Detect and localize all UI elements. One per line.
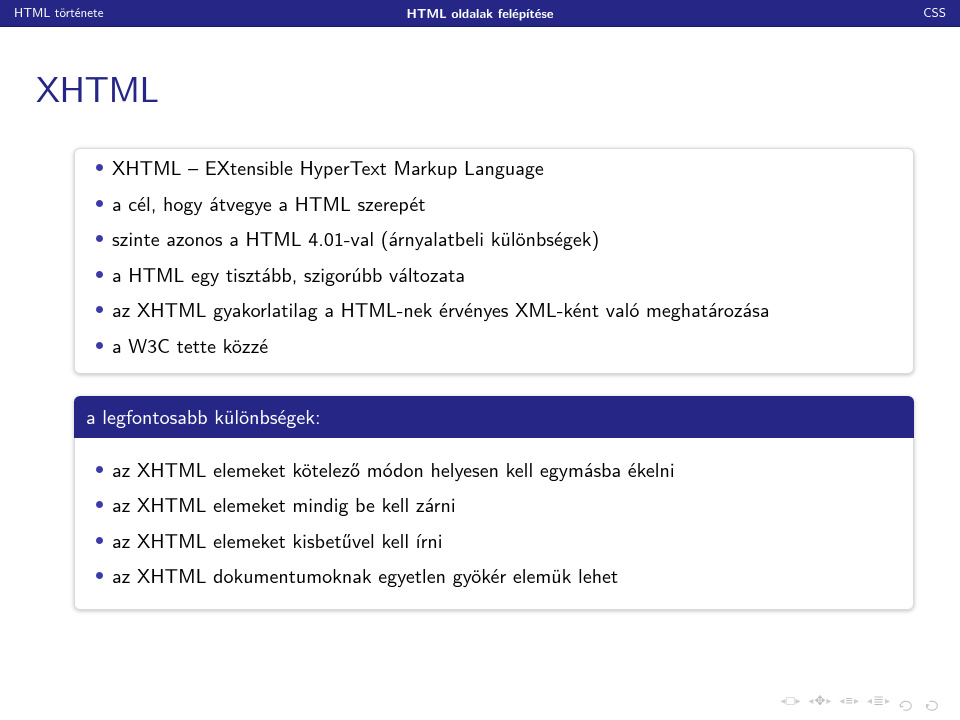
list-item: a cél, hogy átvegye a HTML szerepét [82,186,906,222]
slide-body: XHTML XHTML – EXtensible HyperText Marku… [0,27,960,610]
info-block: XHTML – EXtensible HyperText Markup Lang… [74,148,914,374]
nav-prev-slide-icon[interactable]: ◂≡▸ [839,691,859,710]
list-item: az XHTML gyakorlatilag a HTML-nek érvény… [82,292,906,328]
list-item: az XHTML dokumentumoknak egyetlen gyökér… [82,558,906,594]
list-item: szinte azonos a HTML 4.01-val (árnyalatb… [82,221,906,257]
nav-section-left[interactable]: HTML története [14,3,325,22]
list-item: a W3C tette közzé [82,328,906,364]
highlight-list: az XHTML elemeket kötelező módon helyese… [82,452,906,594]
list-item: az XHTML elemeket kötelező módon helyese… [82,452,906,488]
nav-next-slide-icon[interactable]: ◂≣▸ [867,691,890,710]
nav-section-center[interactable]: HTML oldalak felépítése [325,3,636,22]
block-header: a legfontosabb különbségek: [74,396,914,438]
nav-back-icon[interactable] [898,694,916,708]
list-item: XHTML – EXtensible HyperText Markup Lang… [82,150,906,186]
slide-title: XHTML [36,61,924,114]
nav-prev-section-icon[interactable]: ◂✥▸ [808,691,831,710]
highlight-block: a legfontosabb különbségek: az XHTML ele… [74,396,914,610]
list-item: a HTML egy tisztább, szigorúbb változata [82,257,906,293]
nav-controls: ◂□▸ ◂✥▸ ◂≡▸ ◂≣▸ [780,691,942,710]
list-item: az XHTML elemeket mindig be kell zárni [82,487,906,523]
nav-forward-icon[interactable] [924,694,942,708]
nav-footer: ◂□▸ ◂✥▸ ◂≡▸ ◂≣▸ [780,691,942,710]
list-item: az XHTML elemeket kisbetűvel kell írni [82,523,906,559]
nav-first-icon[interactable]: ◂□▸ [780,691,800,710]
nav-section-right[interactable]: CSS [635,3,946,22]
top-nav: HTML története HTML oldalak felépítése C… [0,0,960,27]
info-list: XHTML – EXtensible HyperText Markup Lang… [82,150,906,364]
